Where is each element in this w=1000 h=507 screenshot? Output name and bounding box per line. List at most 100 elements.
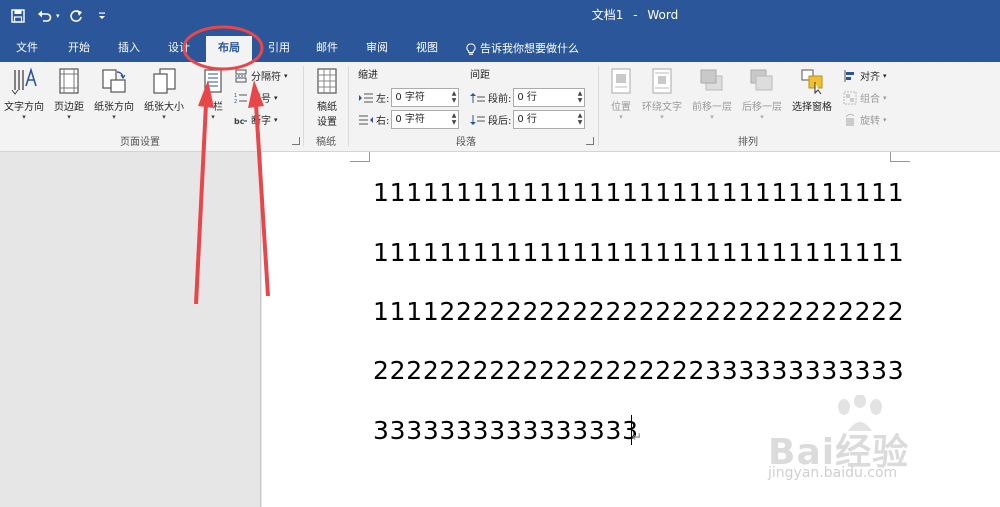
breaks-caret-icon: ▾ (284, 71, 288, 80)
send-backward-caret-icon: ▾ (760, 113, 764, 121)
left-gray-area (0, 152, 261, 507)
spacing-before-value: 0 行 (517, 92, 537, 103)
position-icon (606, 66, 636, 96)
document-line-text: 3333333333333333 (373, 416, 639, 445)
indent-right-label: 右: (376, 116, 390, 127)
wrap-text-caret-icon: ▾ (660, 113, 664, 121)
hyphenation-label: 断字 (251, 116, 271, 127)
paragraph-group-label: 段落 (456, 137, 476, 148)
page-setup-launcher-icon[interactable] (292, 137, 300, 145)
tab-design[interactable]: 设计 (158, 36, 200, 62)
tab-review[interactable]: 审阅 (356, 36, 398, 62)
document-page[interactable]: 11111111111111111111111111111111 1111111… (262, 152, 1000, 507)
spacing-before-input[interactable]: 0 行 ▲ ▼ (513, 88, 586, 107)
indent-header: 缩进 (358, 70, 378, 81)
document-line[interactable]: 11111111111111111111111111111111 (373, 238, 904, 267)
rotate-caret-icon: ▾ (883, 115, 887, 124)
bring-forward-button[interactable]: 前移一层 ▾ (692, 66, 732, 121)
hyphenation-button[interactable]: bc 断字 ▾ (234, 112, 278, 128)
wrap-text-button[interactable]: 环绕文字 ▾ (642, 66, 682, 121)
tab-mailings[interactable]: 邮件 (306, 36, 348, 62)
margins-icon (54, 66, 84, 96)
page-setup-group-label: 页面设置 (120, 137, 160, 148)
send-backward-icon (747, 66, 777, 96)
spacing-after-label: 段后: (488, 116, 512, 127)
indent-left-input[interactable]: 0 字符 ▲ ▼ (391, 88, 460, 107)
group-button[interactable]: 组合 ▾ (843, 90, 887, 105)
spacing-after-input[interactable]: 0 行 ▲ ▼ (513, 110, 586, 129)
title-bar: ▾ 文档1 - Word (0, 0, 1000, 32)
orientation-icon (99, 66, 129, 96)
svg-text:bc: bc (234, 117, 245, 126)
send-backward-button[interactable]: 后移一层 ▾ (742, 66, 782, 121)
orientation-button[interactable]: 纸张方向 ▾ (94, 66, 134, 121)
selection-pane-button[interactable]: 选择窗格 (792, 66, 832, 113)
rotate-icon (843, 113, 857, 127)
align-icon (843, 69, 857, 83)
indent-right-input[interactable]: 0 字符 ▲ ▼ (391, 110, 460, 129)
bring-forward-caret-icon: ▾ (710, 113, 714, 121)
tell-me-box[interactable]: 告诉我你想要做什么 (466, 36, 579, 62)
tab-references[interactable]: 引用 (258, 36, 300, 62)
spin-arrows-icon[interactable]: ▲ ▼ (452, 112, 457, 126)
paper-size-icon (149, 66, 179, 96)
paragraph-launcher-icon[interactable] (586, 137, 594, 145)
breaks-label: 分隔符 (251, 72, 281, 83)
position-button[interactable]: 位置 ▾ (606, 66, 636, 121)
align-button[interactable]: 对齐 ▾ (843, 68, 887, 83)
margin-corner-top-right (890, 152, 910, 162)
spin-arrows-icon[interactable]: ▲ ▼ (578, 90, 583, 104)
margins-caret-icon: ▾ (67, 113, 71, 121)
rotate-label: 旋转 (860, 116, 880, 127)
margins-label: 页边距 (54, 102, 84, 113)
orientation-caret-icon: ▾ (112, 113, 116, 121)
spacing-before-label: 段前: (488, 94, 512, 105)
text-direction-button[interactable]: 文字方向 ▾ (4, 66, 44, 121)
rotate-button[interactable]: 旋转 ▾ (843, 112, 887, 127)
line-numbers-button[interactable]: 12 行号 ▾ (234, 90, 278, 106)
tab-view[interactable]: 视图 (406, 36, 448, 62)
spacing-after-control: 段后: 0 行 ▲ ▼ (470, 110, 586, 129)
indent-left-icon (359, 93, 373, 102)
selection-pane-icon (797, 66, 827, 96)
ribbon-layout-panel: 文字方向 ▾ 页边距 ▾ 纸张方向 ▾ 纸张大小 ▾ 栏 ▾ 分隔符 ▾ 12 (0, 62, 1000, 152)
send-backward-label: 后移一层 (742, 102, 782, 113)
columns-button[interactable]: 栏 ▾ (198, 66, 228, 121)
manuscript-label-line1: 稿纸 (317, 102, 337, 113)
manuscript-icon (312, 66, 342, 96)
position-caret-icon: ▾ (619, 113, 623, 121)
indent-right-value: 0 字符 (395, 114, 425, 125)
tab-layout[interactable]: 布局 (206, 36, 252, 62)
document-line[interactable]: 11112222222222222222222222222222 (373, 297, 904, 326)
spacing-after-value: 0 行 (517, 114, 537, 125)
margins-button[interactable]: 页边距 ▾ (54, 66, 84, 121)
tab-file[interactable]: 文件 (6, 36, 48, 62)
indent-left-control: 左: 0 字符 ▲ ▼ (358, 88, 460, 107)
manuscript-label-line2: 设置 (317, 117, 337, 128)
columns-icon (198, 66, 228, 96)
arrange-group-label: 排列 (738, 137, 758, 148)
size-button[interactable]: 纸张大小 ▾ (144, 66, 184, 121)
title-separator: - (633, 8, 638, 22)
spin-arrows-icon[interactable]: ▲ ▼ (452, 90, 457, 104)
breaks-button[interactable]: 分隔符 ▾ (234, 68, 288, 83)
columns-caret-icon: ▾ (211, 113, 215, 121)
tell-me-label: 告诉我你想要做什么 (480, 42, 579, 55)
selection-pane-label: 选择窗格 (792, 102, 832, 113)
position-label: 位置 (611, 102, 631, 113)
manuscript-settings-button[interactable]: 稿纸 设置 (312, 66, 342, 128)
tab-insert[interactable]: 插入 (108, 36, 150, 62)
align-caret-icon: ▾ (883, 71, 887, 80)
size-label: 纸张大小 (144, 102, 184, 113)
document-line[interactable]: 11111111111111111111111111111111 (373, 178, 904, 207)
window-title: 文档1 - Word (0, 0, 1000, 32)
spin-arrows-icon[interactable]: ▲ ▼ (578, 112, 583, 126)
group-divider (348, 66, 349, 146)
document-line-last[interactable]: 3333333333333333↵ (373, 415, 642, 445)
line-numbers-icon: 12 (234, 91, 248, 105)
document-line[interactable]: 22222222222222222222333333333333 (373, 356, 904, 385)
spacing-after-icon (470, 114, 485, 125)
group-caret-icon: ▾ (883, 93, 887, 102)
tab-home[interactable]: 开始 (58, 36, 100, 62)
text-direction-icon (9, 66, 39, 96)
